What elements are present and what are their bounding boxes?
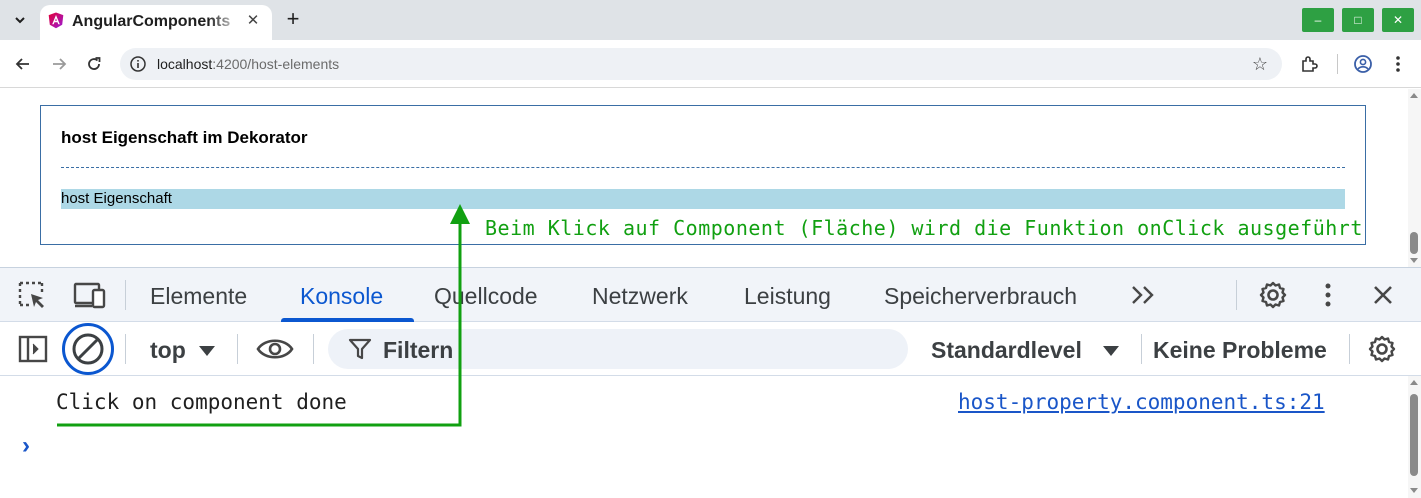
issues-counter[interactable]: Keine Probleme: [1153, 337, 1327, 364]
tabbar-divider: [125, 280, 126, 310]
tab-elements[interactable]: Elemente: [150, 283, 247, 310]
scroll-up-arrow[interactable]: [1410, 93, 1418, 98]
chevron-down-icon[interactable]: [199, 346, 215, 356]
filterbar-divider-5: [1349, 334, 1350, 364]
console-toolbar: top Filtern Standardlevel Keine Probleme: [0, 322, 1421, 376]
more-tabs-icon[interactable]: [1129, 282, 1159, 308]
back-icon[interactable]: [11, 52, 35, 76]
filter-icon: [348, 338, 372, 360]
console-output: Click on component done host-property.co…: [0, 376, 1421, 498]
maximize-button[interactable]: □: [1342, 8, 1374, 32]
menu-icon[interactable]: [1386, 52, 1410, 76]
address-bar[interactable]: localhost:4200/host-elements ☆: [120, 48, 1282, 80]
sidebar-icon[interactable]: [17, 335, 49, 363]
star-icon[interactable]: ☆: [1248, 52, 1272, 76]
console-prompt[interactable]: ›: [22, 432, 30, 460]
devtools-tabbar: Elemente Konsole Quellcode Netzwerk Leis…: [0, 268, 1421, 322]
tab-network[interactable]: Netzwerk: [592, 283, 688, 310]
tab-search-icon[interactable]: [8, 8, 32, 32]
toolbar-divider: [1337, 54, 1338, 74]
minimize-button[interactable]: –: [1302, 8, 1334, 32]
url-host: localhost: [157, 56, 213, 72]
more-options-icon[interactable]: [1318, 282, 1338, 308]
extensions-icon[interactable]: [1297, 52, 1321, 76]
level-chevron-down-icon[interactable]: [1103, 346, 1119, 356]
tab-strip: AngularComponents ✕ + – □ ✕: [0, 0, 1421, 40]
filterbar-divider-3: [313, 334, 314, 364]
devtools-panel: Elemente Konsole Quellcode Netzwerk Leis…: [0, 267, 1421, 498]
profile-icon[interactable]: [1351, 52, 1375, 76]
clear-console-icon: [72, 333, 104, 365]
host-property-element[interactable]: host Eigenschaft: [61, 189, 1345, 209]
console-scrollbar-thumb[interactable]: [1410, 394, 1418, 476]
close-window-button[interactable]: ✕: [1382, 8, 1414, 32]
console-message: Click on component done: [56, 390, 347, 414]
console-source-link[interactable]: host-property.component.ts:21: [958, 390, 1325, 414]
url-text: localhost:4200/host-elements: [157, 56, 339, 72]
page-scrollbar-thumb[interactable]: [1410, 232, 1418, 254]
site-info-icon[interactable]: [126, 52, 150, 76]
eye-icon[interactable]: [255, 334, 295, 364]
inspect-icon[interactable]: [16, 280, 48, 310]
console-scroll-up-arrow[interactable]: [1410, 380, 1418, 385]
scroll-down-arrow[interactable]: [1410, 258, 1418, 263]
reload-icon[interactable]: [82, 52, 106, 76]
tab-sources[interactable]: Quellcode: [434, 283, 538, 310]
tab-performance[interactable]: Leistung: [744, 283, 831, 310]
page-content: host Eigenschaft im Dekorator host Eigen…: [0, 89, 1421, 267]
device-toolbar-icon[interactable]: [71, 280, 107, 310]
filterbar-divider: [125, 334, 126, 364]
browser-toolbar: localhost:4200/host-elements ☆: [0, 40, 1421, 88]
tab-title: AngularComponents: [72, 13, 231, 30]
annotation-text: Beim Klick auf Component (Fläche) wird d…: [485, 216, 1363, 240]
filter-input[interactable]: Filtern: [328, 329, 908, 369]
console-scroll-down-arrow[interactable]: [1410, 488, 1418, 493]
close-tab-icon[interactable]: ✕: [244, 12, 262, 30]
component-heading: host Eigenschaft im Dekorator: [61, 128, 308, 147]
browser-tab[interactable]: AngularComponents ✕: [40, 5, 272, 40]
console-settings-icon[interactable]: [1366, 333, 1398, 365]
context-select[interactable]: top: [150, 337, 186, 364]
clear-console-button[interactable]: [62, 323, 114, 375]
url-path: :4200/host-elements: [212, 56, 340, 72]
new-tab-icon[interactable]: +: [281, 8, 305, 32]
tab-memory[interactable]: Speicherverbrauch: [884, 283, 1077, 310]
tab-console[interactable]: Konsole: [300, 283, 383, 310]
filterbar-divider-4: [1141, 334, 1142, 364]
filterbar-divider-2: [237, 334, 238, 364]
angular-icon: [48, 12, 64, 29]
close-icon[interactable]: [1370, 282, 1396, 308]
settings-icon[interactable]: [1257, 279, 1289, 311]
forward-icon[interactable]: [47, 52, 71, 76]
log-level-select[interactable]: Standardlevel: [931, 337, 1082, 364]
dashed-divider: [61, 167, 1345, 168]
filter-placeholder: Filtern: [383, 337, 454, 363]
tabbar-divider-2: [1236, 280, 1237, 310]
